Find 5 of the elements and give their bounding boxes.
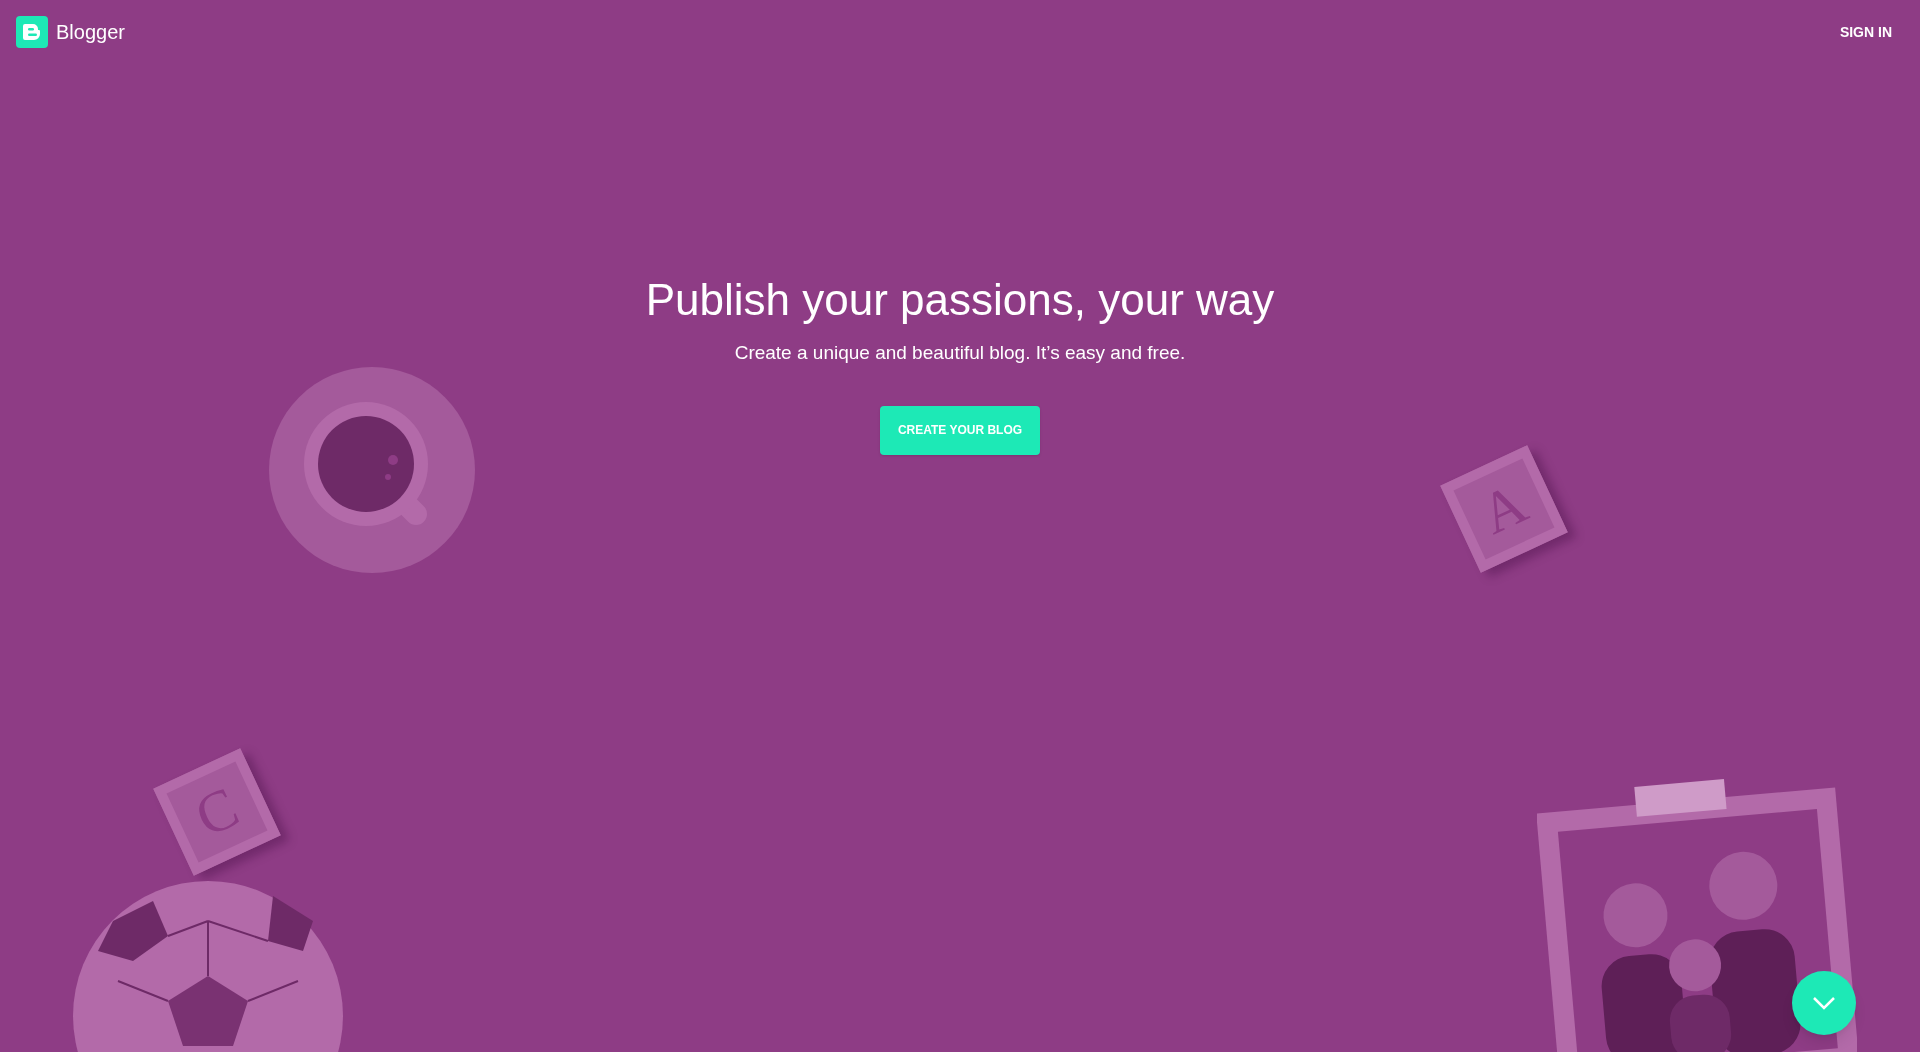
hero-subtitle: Create a unique and beautiful blog. It’s easy and free. [734, 341, 1186, 365]
brand-name: Blogger [56, 20, 125, 45]
hero-title: Publish your passions, your way [645, 274, 1275, 326]
chevron-down-icon [1812, 996, 1836, 1010]
sign-in-link[interactable]: SIGN IN [1839, 21, 1892, 43]
